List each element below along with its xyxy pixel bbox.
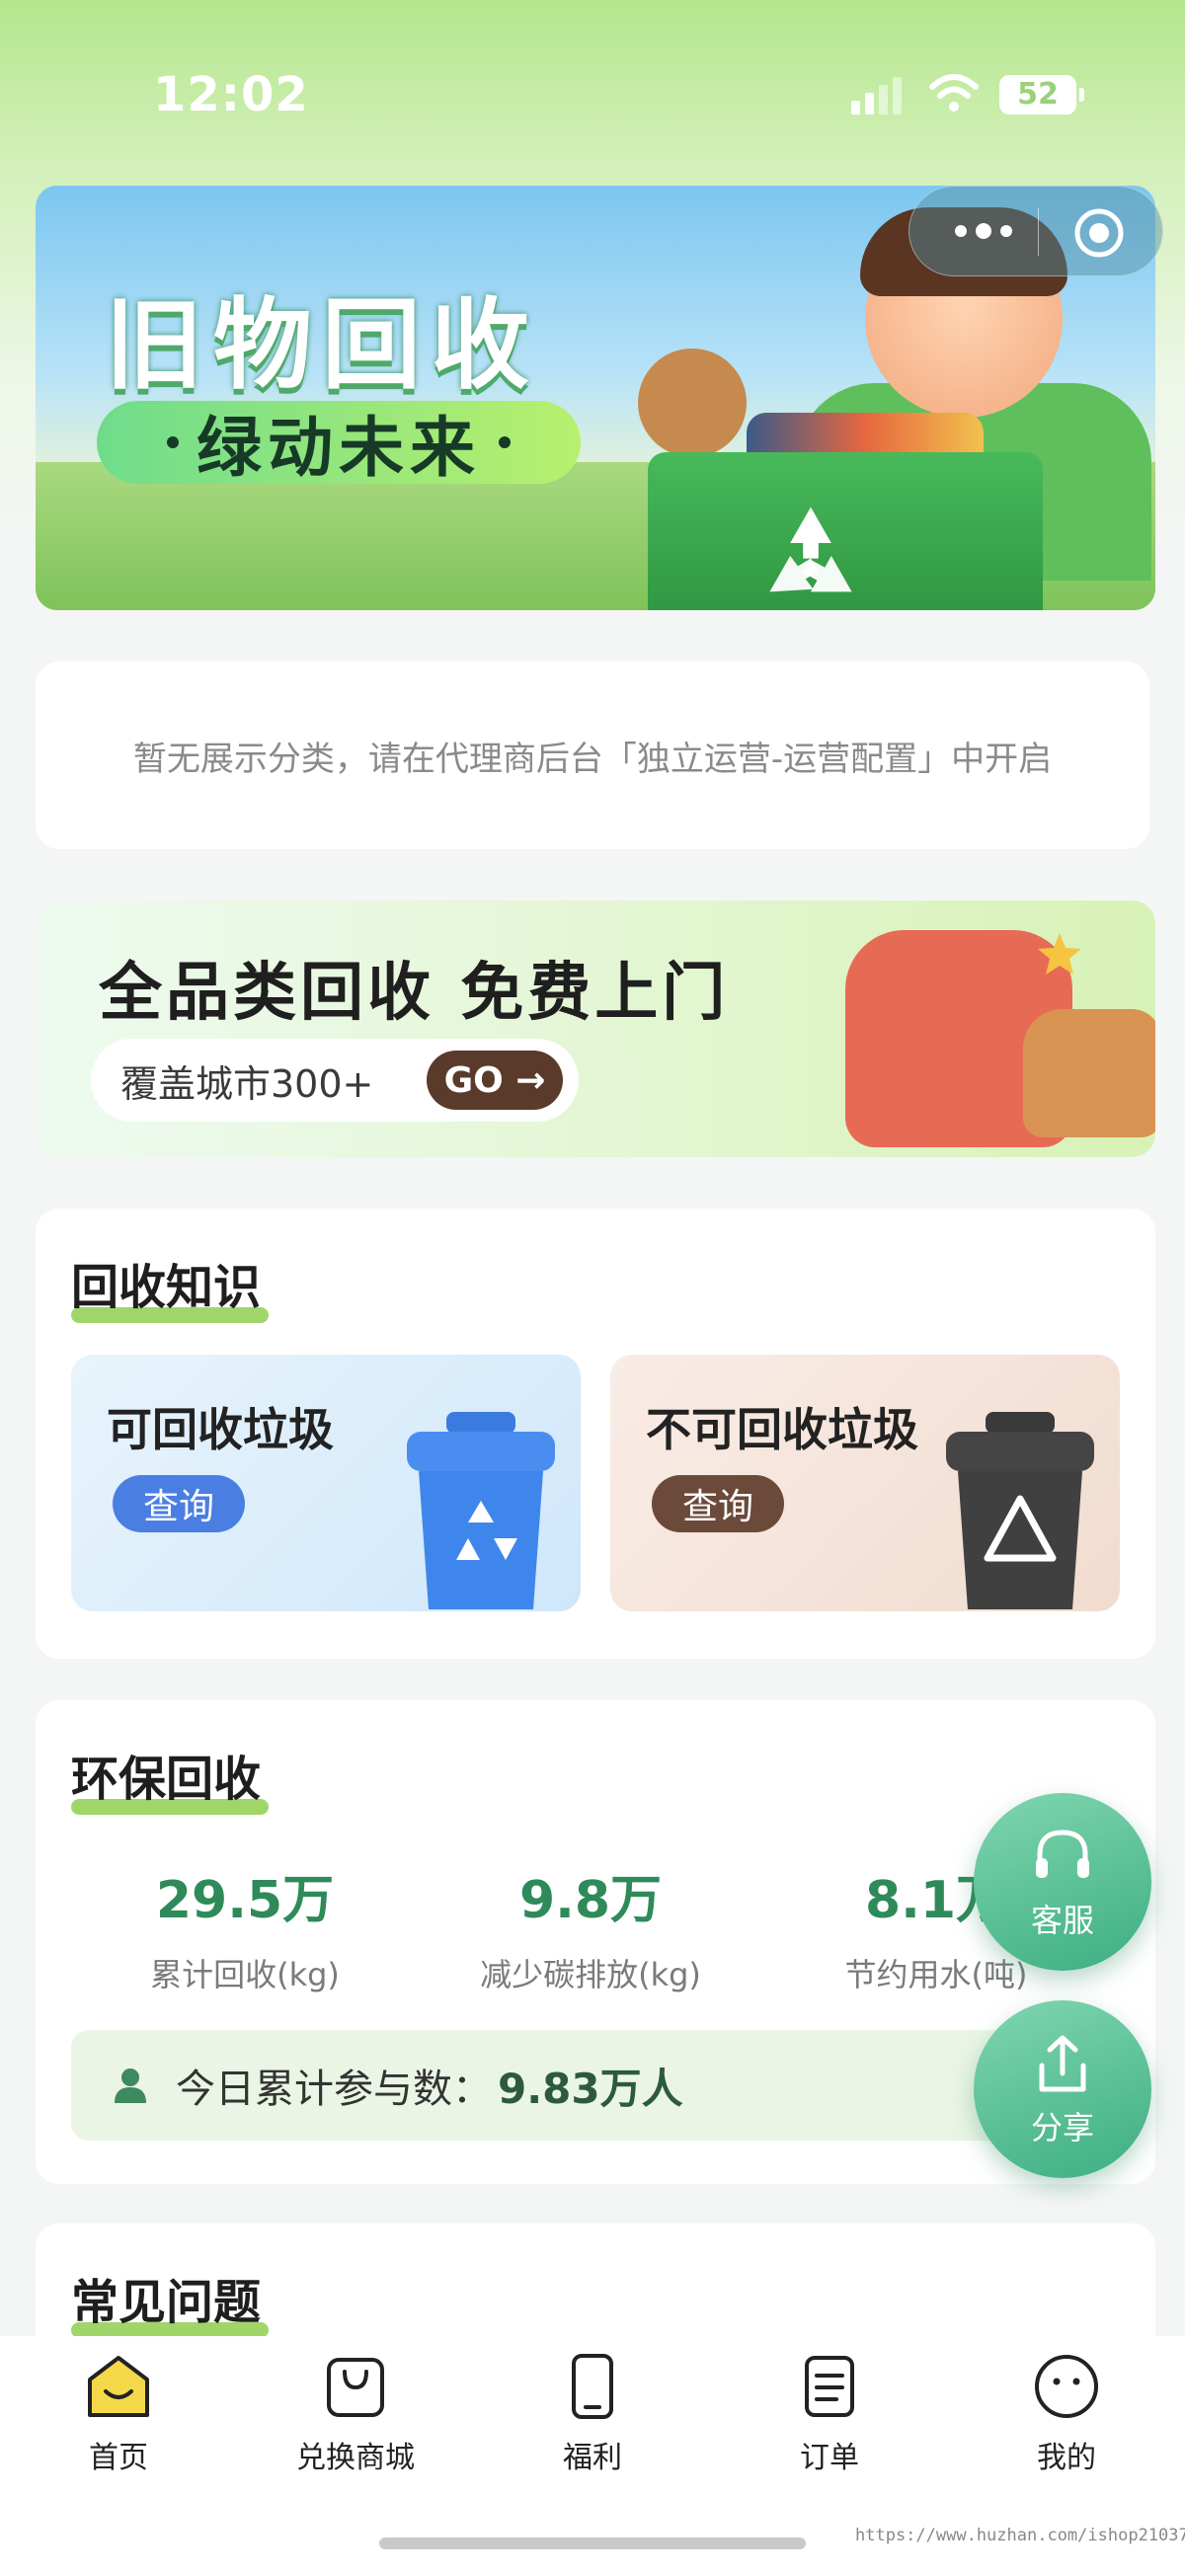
- watermark-url: https://www.huzhan.com/ishop21037: [855, 2526, 1185, 2545]
- participation-bar: 今日累计参与数： 9.83万人: [71, 2030, 1120, 2141]
- stat-label: 累计回收(kg): [150, 1956, 340, 1993]
- service-label: 客服: [1030, 1902, 1094, 1939]
- section-title: 回收知识: [71, 1260, 262, 1315]
- shopping-bag-icon: [327, 2358, 384, 2417]
- tab-label: 我的: [1037, 2441, 1096, 2475]
- promo-banner[interactable]: 全品类回收 免费上门 覆盖城市300+ GO →: [36, 900, 1155, 1157]
- stat-value: 9.8万: [518, 1871, 663, 1930]
- cellular-signal-icon: [851, 77, 902, 115]
- close-target-icon[interactable]: [1072, 206, 1126, 260]
- non-recyclable-title: 不可回收垃圾: [646, 1403, 918, 1456]
- section-title: 环保回收: [71, 1752, 262, 1807]
- stat-label: 减少碳排放(kg): [480, 1956, 701, 1993]
- banner-title: 旧物回收: [105, 287, 539, 403]
- non-recyclable-card[interactable]: 不可回收垃圾 查询: [610, 1355, 1120, 1611]
- go-label: GO: [443, 1059, 504, 1101]
- stat-total-recycled: 29.5万 累计回收(kg): [77, 1858, 413, 1995]
- tab-label: 首页: [89, 2441, 148, 2475]
- recyclable-query-button[interactable]: 查询: [113, 1475, 245, 1532]
- tab-label: 兑换商城: [296, 2441, 415, 2475]
- tab-label: 订单: [800, 2441, 859, 2475]
- person-icon: [115, 2069, 146, 2103]
- tab-mine[interactable]: 我的: [948, 2350, 1185, 2508]
- home-indicator[interactable]: [379, 2537, 806, 2549]
- tab-home[interactable]: 首页: [0, 2350, 237, 2508]
- headset-icon: [1036, 1830, 1089, 1878]
- customer-service-button[interactable]: 客服: [974, 1793, 1151, 1971]
- black-trash-bin-icon: [946, 1412, 1094, 1609]
- share-button[interactable]: 分享: [974, 2000, 1151, 2178]
- notice-text: 暂无展示分类，请在代理商后台「独立运营-运营配置」中开启: [132, 739, 1053, 779]
- banner-subtitle: 绿动未来: [197, 410, 481, 486]
- status-time: 12:02: [153, 67, 309, 122]
- capsule-divider: [1038, 208, 1039, 256]
- tab-orders[interactable]: 订单: [711, 2350, 948, 2508]
- tab-label: 福利: [563, 2441, 622, 2475]
- tab-welfare[interactable]: 福利: [474, 2350, 711, 2508]
- clipboard-icon: [805, 2356, 854, 2417]
- promo-pill-text: 覆盖城市300+: [120, 1061, 374, 1106]
- star-icon: [1038, 933, 1081, 975]
- dot-decoration: [499, 436, 511, 448]
- dot-decoration: [167, 436, 179, 448]
- arrow-right-icon: →: [503, 1059, 546, 1101]
- boot-illustration: [1023, 1009, 1155, 1137]
- section-title: 常见问题: [71, 2275, 262, 2330]
- share-label: 分享: [1030, 2109, 1094, 2147]
- participation-value: 9.83万人: [498, 2064, 683, 2113]
- share-icon: [1039, 2035, 1086, 2092]
- home-icon: [88, 2356, 149, 2417]
- recycle-icon: [769, 507, 852, 592]
- promo-title: 全品类回收 免费上门: [99, 957, 730, 1030]
- go-button[interactable]: GO →: [427, 1051, 563, 1110]
- stat-carbon-reduced: 9.8万 减少碳排放(kg): [423, 1858, 758, 1995]
- stat-value: 29.5万: [155, 1871, 335, 1930]
- participation-label: 今日累计参与数：: [176, 2067, 492, 2112]
- battery-indicator: 52: [999, 75, 1084, 115]
- status-bar: 12:02 52: [0, 0, 1185, 188]
- blue-recycle-bin-icon: [407, 1412, 555, 1609]
- face-icon: [1035, 2355, 1098, 2418]
- phone-icon: [572, 2354, 613, 2419]
- tab-exchange-mall[interactable]: 兑换商城: [237, 2350, 474, 2508]
- non-recyclable-query-button[interactable]: 查询: [652, 1475, 784, 1532]
- miniprogram-capsule: [908, 186, 1163, 276]
- wifi-icon: [929, 74, 979, 112]
- more-icon[interactable]: [949, 216, 1018, 246]
- banner-subtitle-pill: 绿动未来: [97, 401, 581, 486]
- recyclable-title: 可回收垃圾: [107, 1403, 334, 1456]
- recycle-knowledge-card: 回收知识 可回收垃圾 查询 不可回收垃圾 查询: [36, 1209, 1155, 1659]
- recyclable-card[interactable]: 可回收垃圾 查询: [71, 1355, 581, 1611]
- teddy-bear-illustration: [638, 349, 747, 457]
- category-notice-card: 暂无展示分类，请在代理商后台「独立运营-运营配置」中开启: [36, 662, 1149, 849]
- recycling-bin-illustration: [648, 452, 1043, 610]
